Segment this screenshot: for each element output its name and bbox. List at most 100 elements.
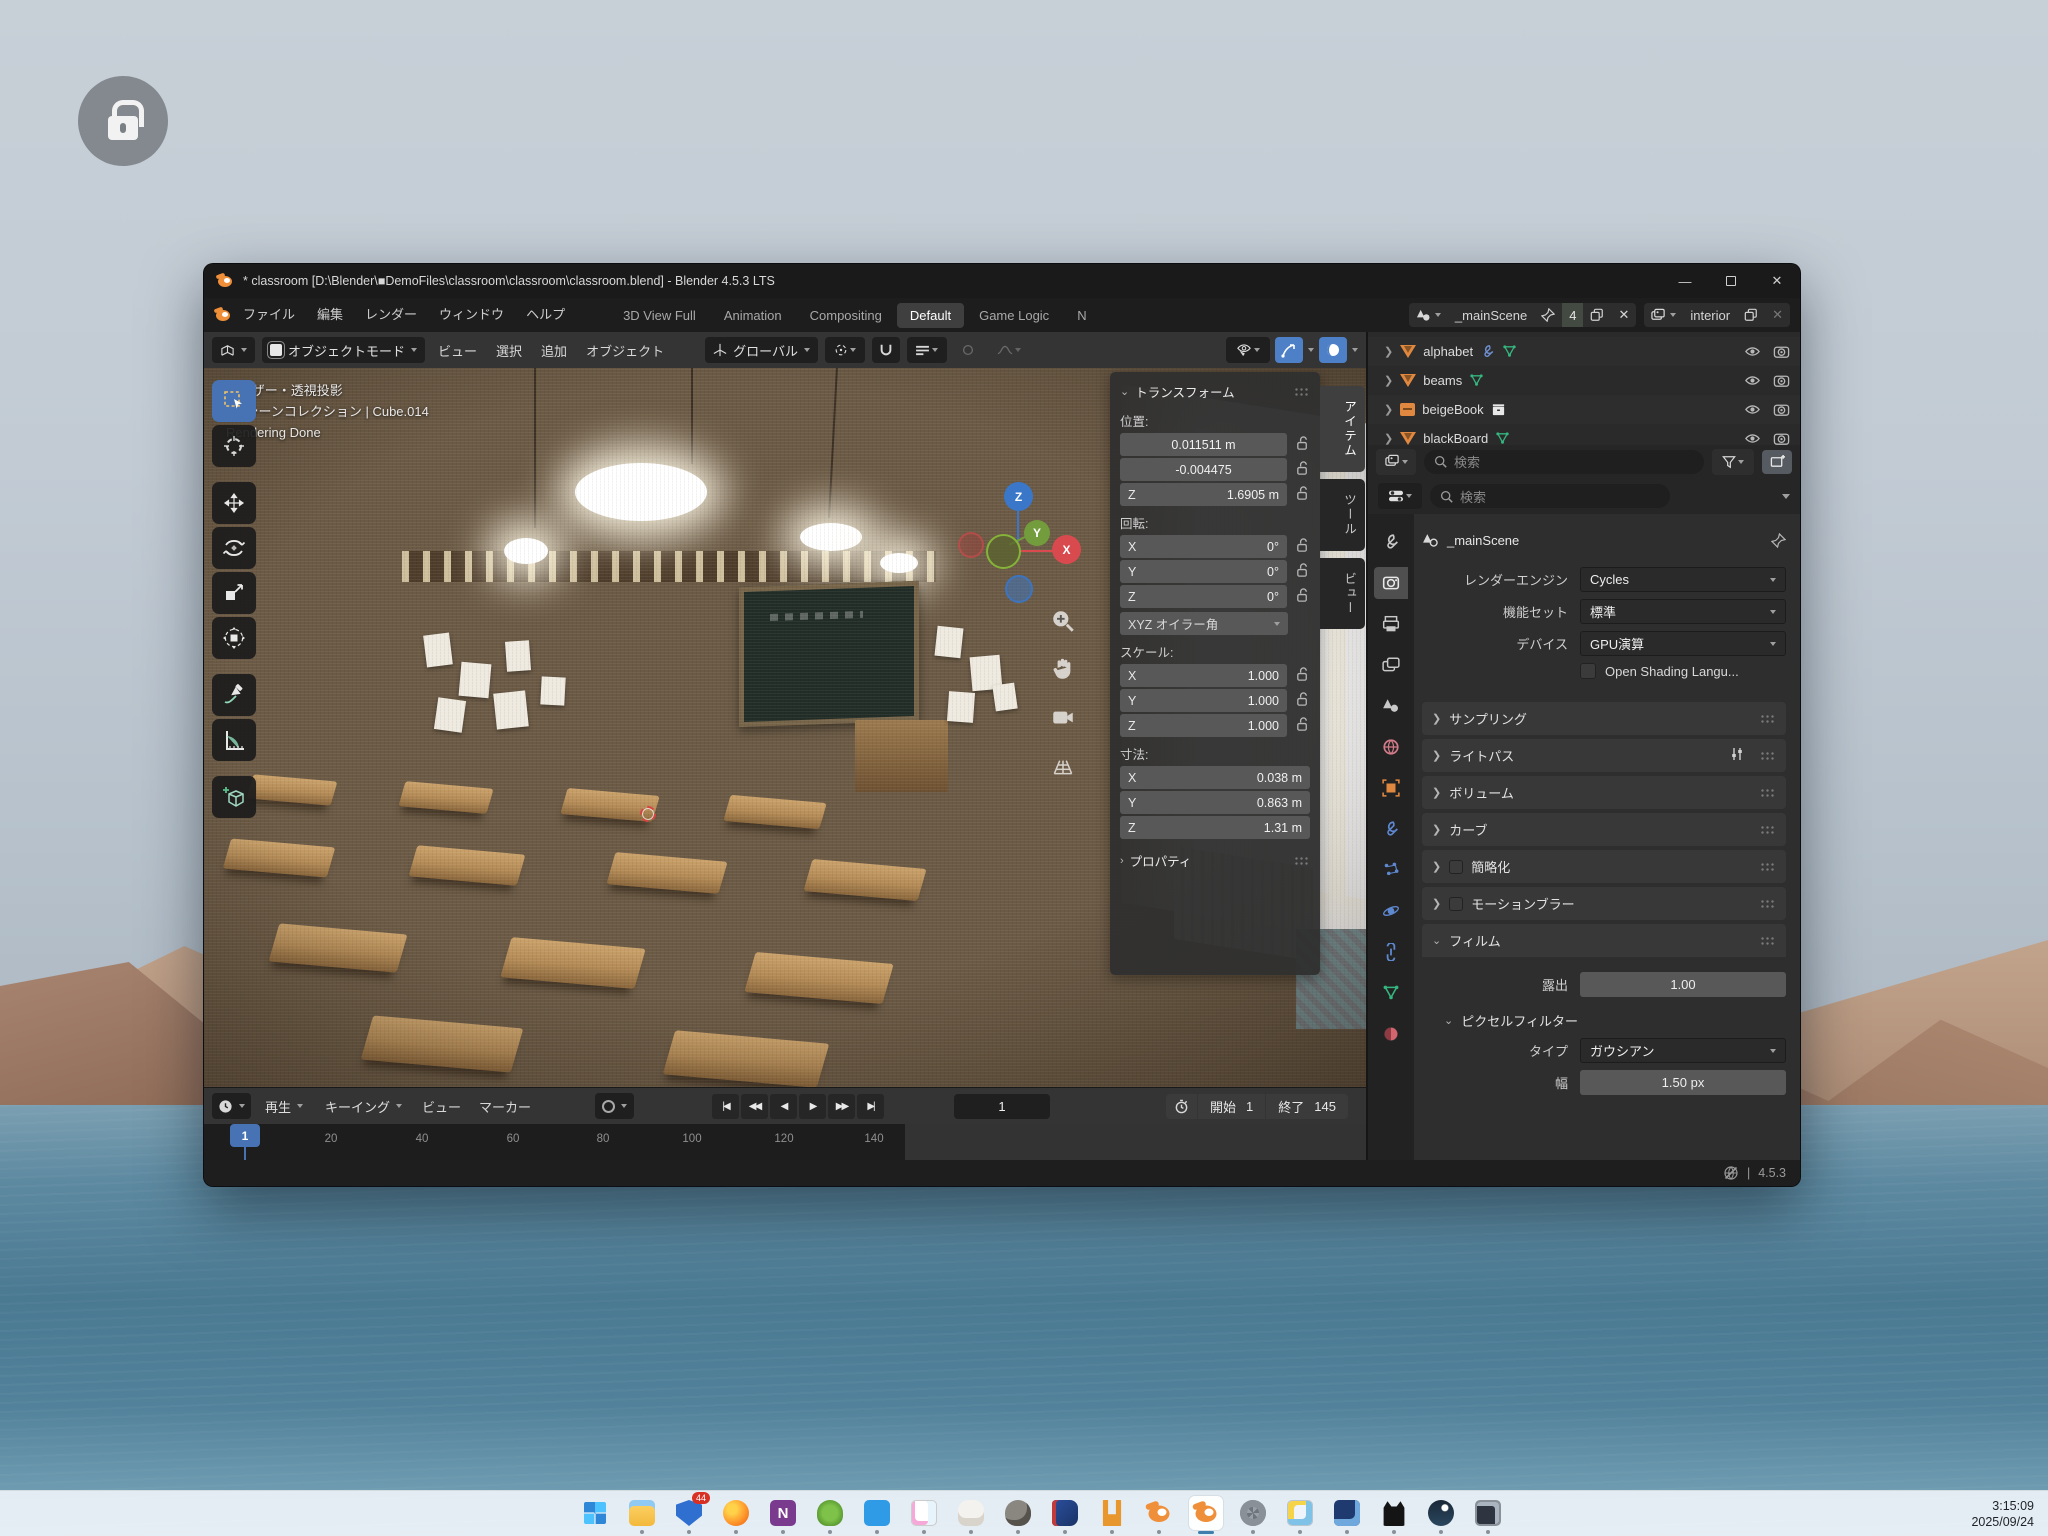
zoom-icon[interactable] <box>1050 608 1076 634</box>
tab-view-layer[interactable] <box>1374 649 1408 681</box>
workspace-tab-3d-view-full[interactable]: 3D View Full <box>610 303 709 328</box>
outliner-display-mode-button[interactable] <box>1376 449 1416 475</box>
tab-constraints[interactable] <box>1374 936 1408 968</box>
annotate-tool[interactable] <box>212 674 256 716</box>
dimension-y-field[interactable]: Y0.863 m <box>1120 791 1310 814</box>
drag-handle-icon[interactable] <box>1294 856 1310 866</box>
workspace-tab-game-logic[interactable]: Game Logic <box>966 303 1062 328</box>
panel-light-paths[interactable]: ❯ ライトパス <box>1422 739 1786 772</box>
current-frame-field[interactable]: 1 <box>954 1094 1050 1119</box>
select-box-tool[interactable] <box>212 380 256 422</box>
mode-dropdown[interactable]: オブジェクトモード <box>262 337 425 363</box>
unlock-icon[interactable] <box>1295 461 1310 479</box>
taskbar-gimp[interactable] <box>1001 1496 1035 1530</box>
scene-copy-button[interactable] <box>1583 303 1611 327</box>
pan-hand-icon[interactable] <box>1050 656 1076 682</box>
expand-chevron-icon[interactable]: › <box>1120 855 1124 867</box>
camera-visibility-icon[interactable] <box>1773 343 1790 360</box>
pixel-filter-subpanel[interactable]: ⌄ ピクセルフィルター <box>1444 1011 1786 1030</box>
expand-chevron-icon[interactable]: ❯ <box>1384 403 1393 416</box>
dimension-z-field[interactable]: Z1.31 m <box>1120 816 1310 839</box>
playback-menu[interactable]: 再生 <box>257 1093 311 1119</box>
exposure-slider[interactable]: 1.00 <box>1580 972 1786 997</box>
viewport-canvas[interactable]: ユーザー・透視投影 (1) シーンコレクション | Cube.014 Rende… <box>204 368 1366 1087</box>
gizmo-y-axis[interactable]: Y <box>1024 520 1050 546</box>
taskbar-file-explorer[interactable] <box>625 1496 659 1530</box>
shading-rendered-toggle[interactable] <box>1319 337 1347 363</box>
unlock-icon[interactable] <box>1295 436 1310 454</box>
outliner-filter-button[interactable] <box>1712 449 1754 475</box>
outliner-row-beams[interactable]: ❯ beams <box>1368 366 1800 395</box>
editor-type-button[interactable] <box>212 337 255 363</box>
taskbar-start-button[interactable] <box>578 1496 612 1530</box>
perspective-grid-icon[interactable] <box>1050 752 1076 778</box>
workspace-tab-animation[interactable]: Animation <box>711 303 795 328</box>
scale-z-field[interactable]: Z1.000 <box>1120 714 1287 737</box>
rotation-x-field[interactable]: X0° <box>1120 535 1287 558</box>
location-z-field[interactable]: Z1.6905 m <box>1120 483 1287 506</box>
render-engine-dropdown[interactable]: Cycles <box>1580 567 1786 592</box>
proportional-edit-button[interactable] <box>954 337 982 363</box>
panel-simplify[interactable]: ❯ 簡略化 <box>1422 850 1786 883</box>
properties-subpanel-label[interactable]: プロパティ <box>1130 851 1192 870</box>
modifier-wrench-icon[interactable] <box>1480 344 1495 359</box>
rotation-mode-dropdown[interactable]: XYZ オイラー角 <box>1120 612 1288 635</box>
menu-render[interactable]: レンダー <box>354 298 428 332</box>
panel-film[interactable]: ⌄ フィルム <box>1422 924 1786 957</box>
scale-x-field[interactable]: X1.000 <box>1120 664 1287 687</box>
sidebar-tab-item[interactable]: アイテム <box>1320 386 1365 472</box>
titlebar[interactable]: * classroom [D:\Blender\■DemoFiles\class… <box>204 264 1800 298</box>
taskbar-cat-app[interactable] <box>1377 1496 1411 1530</box>
viewport-menu-select[interactable]: 選択 <box>490 341 528 360</box>
taskbar-screen-clip[interactable] <box>1471 1496 1505 1530</box>
timeline-ruler[interactable]: 20 40 60 80 100 120 140 1 <box>204 1124 1366 1160</box>
view-layer-copy-button[interactable] <box>1737 303 1765 327</box>
scene-pin-button[interactable] <box>1534 303 1562 327</box>
motion-blur-checkbox[interactable] <box>1449 897 1463 911</box>
orientation-dropdown[interactable]: グローバル <box>705 337 818 363</box>
gizmo-center-ball[interactable] <box>986 534 1021 569</box>
hide-eye-icon[interactable] <box>1744 343 1761 360</box>
unlock-icon[interactable] <box>1295 486 1310 504</box>
scale-y-field[interactable]: Y1.000 <box>1120 689 1287 712</box>
pivot-point-button[interactable] <box>825 337 865 363</box>
viewport-menu-add[interactable]: 追加 <box>535 341 573 360</box>
expand-chevron-icon[interactable]: ❯ <box>1384 432 1393 445</box>
view-layer-remove-button[interactable]: ✕ <box>1765 303 1790 327</box>
mesh-data-icon[interactable] <box>1495 431 1510 446</box>
expand-chevron-icon[interactable]: ❯ <box>1384 374 1393 387</box>
mesh-data-icon[interactable] <box>1502 344 1517 359</box>
taskbar-notes-app[interactable] <box>907 1496 941 1530</box>
taskbar-blender[interactable] <box>1142 1496 1176 1530</box>
navigation-gizmo[interactable]: Z Y X <box>946 470 1096 610</box>
timeline-editor-type-button[interactable] <box>212 1093 251 1119</box>
timeline-view-menu[interactable]: ビュー <box>416 1097 467 1116</box>
tab-material[interactable] <box>1374 1018 1408 1050</box>
tab-object[interactable] <box>1374 772 1408 804</box>
hide-eye-icon[interactable] <box>1744 372 1761 389</box>
frame-start-field[interactable]: 開始1 <box>1198 1094 1265 1119</box>
snap-settings-button[interactable] <box>907 337 947 363</box>
taskbar-blender-active[interactable] <box>1189 1496 1223 1530</box>
prev-keyframe-button[interactable]: ◀◀ <box>741 1094 768 1119</box>
taskbar-steam[interactable] <box>1424 1496 1458 1530</box>
taskbar-vscode[interactable] <box>860 1496 894 1530</box>
use-preview-range-button[interactable] <box>1166 1094 1197 1119</box>
expand-chevron-icon[interactable]: ❯ <box>1384 345 1393 358</box>
gizmos-toggle[interactable] <box>1275 337 1303 363</box>
panel-curves[interactable]: ❯ カーブ <box>1422 813 1786 846</box>
taskbar-dictionary[interactable] <box>1048 1496 1082 1530</box>
panel-volumes[interactable]: ❯ ボリューム <box>1422 776 1786 809</box>
taskbar-turtle-app[interactable] <box>813 1496 847 1530</box>
properties-editor-type-button[interactable] <box>1378 483 1422 509</box>
unlock-icon[interactable] <box>1295 717 1310 735</box>
location-y-field[interactable]: -0.004475 <box>1120 458 1287 481</box>
outliner-row-beigeBook[interactable]: ❯ beigeBook <box>1368 395 1800 424</box>
tab-render[interactable] <box>1374 567 1408 599</box>
taskbar-onenote[interactable]: N <box>766 1496 800 1530</box>
measure-tool[interactable] <box>212 719 256 761</box>
properties-search-input[interactable]: 検索 <box>1430 484 1670 508</box>
menu-edit[interactable]: 編集 <box>306 298 354 332</box>
mesh-data-icon[interactable] <box>1469 373 1484 388</box>
outliner-row-alphabet[interactable]: ❯ alphabet <box>1368 337 1800 366</box>
